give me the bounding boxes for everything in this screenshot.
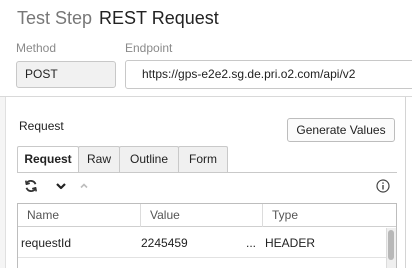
cell-type[interactable]: HEADER bbox=[265, 228, 315, 258]
cell-name: requestId bbox=[21, 236, 72, 250]
tab-request[interactable]: Request bbox=[17, 146, 79, 173]
request-tabs: Request Raw Outline Form bbox=[17, 146, 228, 173]
chevron-down-icon[interactable] bbox=[55, 180, 67, 192]
left-gutter bbox=[0, 97, 6, 268]
endpoint-field[interactable]: https://gps-e2e2.sg.de.pri.o2.com/api/v2 bbox=[125, 60, 412, 89]
method-label: Method bbox=[16, 41, 57, 55]
refresh-icon[interactable] bbox=[24, 179, 38, 193]
request-section-label: Request bbox=[19, 119, 64, 133]
table-scrollbar-thumb[interactable] bbox=[388, 230, 394, 260]
info-icon[interactable] bbox=[376, 179, 390, 193]
cell-value-ellipsis-button[interactable]: ... bbox=[246, 228, 256, 258]
endpoint-label: Endpoint bbox=[125, 41, 173, 55]
panel-splitter[interactable] bbox=[405, 97, 406, 268]
tab-form[interactable]: Form bbox=[178, 146, 228, 172]
table-header: Name Value Type bbox=[18, 204, 396, 227]
column-header-type[interactable]: Type bbox=[262, 204, 388, 227]
section-divider bbox=[0, 96, 412, 97]
table-row[interactable]: requestId 2245459 ... HEADER bbox=[18, 228, 396, 258]
panel-title: Test Step REST Request bbox=[17, 8, 219, 32]
title-prefix: Test Step bbox=[17, 8, 93, 28]
rest-request-panel: Test Step REST Request Method Endpoint P… bbox=[0, 0, 412, 268]
generate-values-button[interactable]: Generate Values bbox=[287, 118, 395, 142]
column-header-name[interactable]: Name bbox=[18, 204, 140, 227]
column-header-value[interactable]: Value bbox=[140, 204, 262, 227]
tab-panel-border bbox=[17, 172, 397, 173]
parameters-table: Name Value Type requestId 2245459 ... HE… bbox=[17, 203, 397, 268]
cell-value[interactable]: 2245459 bbox=[141, 228, 188, 258]
chevron-up-icon[interactable] bbox=[78, 180, 90, 192]
tab-raw[interactable]: Raw bbox=[78, 146, 120, 172]
tab-outline[interactable]: Outline bbox=[119, 146, 179, 172]
page-title: REST Request bbox=[99, 8, 219, 28]
method-field[interactable]: POST bbox=[16, 61, 116, 88]
